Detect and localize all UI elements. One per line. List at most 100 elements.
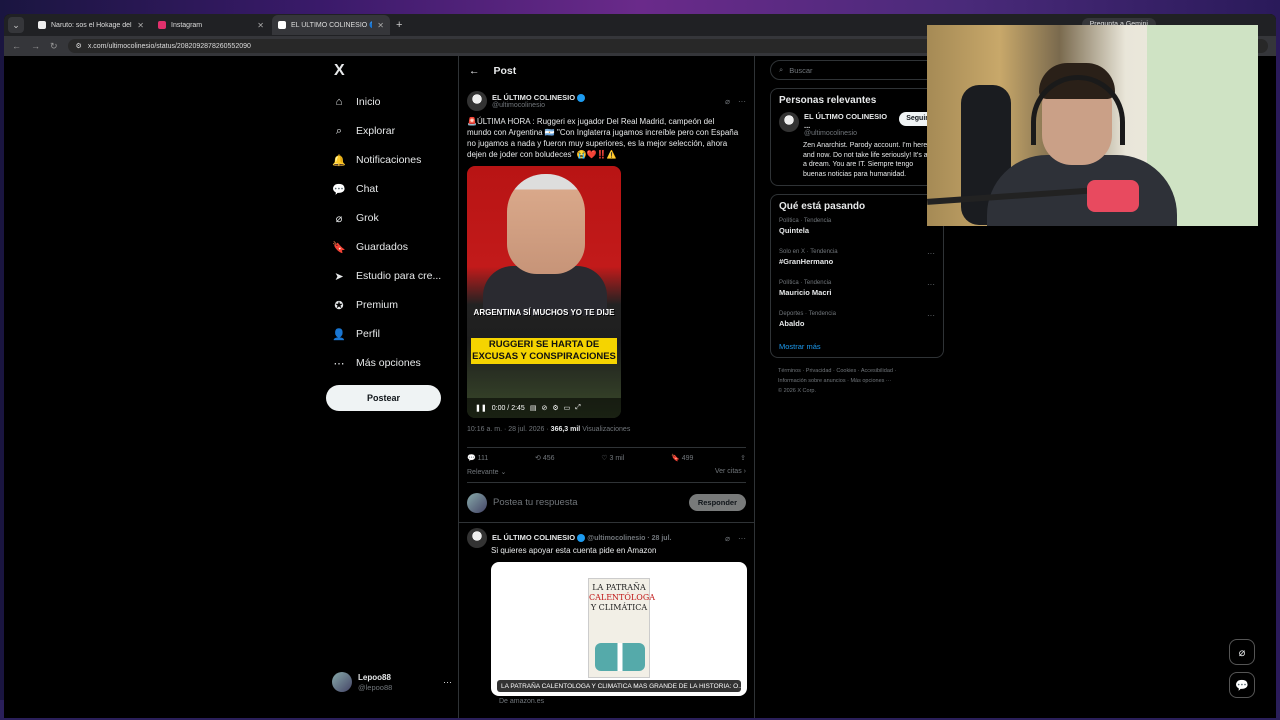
- author-avatar[interactable]: [467, 91, 487, 111]
- nav-item-3[interactable]: 💬 Chat: [332, 179, 378, 199]
- show-more-link[interactable]: Mostrar más: [779, 342, 935, 351]
- verified-badge-icon: [577, 534, 586, 543]
- author-name[interactable]: EL ÚLTIMO COLINESIO: [492, 93, 575, 102]
- nav-item-label: Explorar: [356, 125, 396, 137]
- more-icon[interactable]: ···: [927, 280, 935, 289]
- reload-icon[interactable]: ↻: [50, 41, 58, 52]
- search-icon: ⌕: [335, 124, 343, 137]
- reply-composer: Postea tu respuesta Responder: [459, 483, 754, 523]
- trend-category: Política · Tendencia: [779, 218, 832, 224]
- nav-item-0[interactable]: ⌂ Inicio: [332, 92, 381, 112]
- forward-icon[interactable]: →: [31, 41, 40, 51]
- sort-dropdown[interactable]: Relevante ⌄: [467, 468, 506, 476]
- author-avatar[interactable]: [467, 528, 487, 548]
- chevron-right-icon: ›: [743, 468, 746, 475]
- tab-x-post[interactable]: EL ÚLTIMO COLINESIO 🔵 en X ✕: [272, 15, 390, 35]
- tab-search-icon[interactable]: ⌄: [8, 17, 24, 33]
- reply-submit-button[interactable]: Responder: [688, 494, 746, 511]
- trend-name: Abaldo: [779, 319, 805, 328]
- reply-tweet[interactable]: EL ÚLTIMO COLINESIO @ultimocolinesio · 2…: [459, 523, 754, 705]
- amazon-link-card[interactable]: LA PATRAÑA CALENTÓLOGA Y CLIMÁTICA LA PA…: [491, 562, 747, 696]
- video-person-face: [507, 174, 585, 274]
- nav-item-2[interactable]: 🔔 Notificaciones: [332, 150, 421, 170]
- more-icon[interactable]: ···: [443, 677, 452, 687]
- trend-name: #GranHermano: [779, 257, 834, 266]
- search-input[interactable]: ⌕ Buscar: [770, 60, 944, 80]
- author-handle[interactable]: @ultimocolinesio · 28 jul.: [587, 535, 671, 542]
- settings-icon[interactable]: ⚙: [552, 404, 558, 412]
- grok-fab-icon[interactable]: ⌀: [1229, 639, 1255, 665]
- messages-fab-icon[interactable]: 💬: [1229, 672, 1255, 698]
- trend-item[interactable]: Política · TendenciaQuintela···: [779, 218, 935, 243]
- x-logo-icon[interactable]: X: [334, 62, 345, 80]
- bookmark-button[interactable]: 🔖 499: [671, 454, 693, 462]
- more-icon[interactable]: ···: [927, 311, 935, 320]
- like-button[interactable]: ♡ 3 mil: [601, 454, 624, 462]
- tab-naruto[interactable]: Naruto: sos el Hokage del stre... ✕: [32, 15, 150, 35]
- account-switcher[interactable]: Lepoo88 @lepoo88 ···: [332, 670, 452, 694]
- site-info-icon[interactable]: ⚙: [76, 42, 82, 50]
- trend-item[interactable]: Política · Tendencia Mauricio Macri ···: [779, 280, 935, 305]
- mute-icon[interactable]: ⊘: [541, 404, 547, 412]
- reply-input[interactable]: Postea tu respuesta: [493, 497, 683, 508]
- nav-item-8[interactable]: 👤 Perfil: [332, 324, 380, 344]
- footer-line[interactable]: Información sobre anuncios · Más opcione…: [778, 376, 944, 386]
- back-arrow-icon[interactable]: ←: [469, 65, 480, 77]
- relevant-bio: Zen Anarchist. Parody account. I'm here …: [803, 142, 931, 178]
- book-title-line: CALENTÓLOGA: [589, 593, 655, 602]
- nav-item-7[interactable]: ✪ Premium: [332, 295, 398, 315]
- nav-item-5[interactable]: 🔖 Guardados: [332, 237, 408, 257]
- trend-name: Quintela: [779, 226, 810, 235]
- relevant-handle[interactable]: @ultimocolinesio: [804, 130, 894, 137]
- more-icon[interactable]: ···: [738, 97, 746, 106]
- close-tab-icon[interactable]: ✕: [377, 21, 384, 30]
- quotes-link[interactable]: Ver citas ›: [715, 468, 746, 476]
- close-tab-icon[interactable]: ✕: [257, 21, 264, 30]
- author-handle[interactable]: @ultimocolinesio: [492, 102, 585, 109]
- share-icon[interactable]: ⇪: [740, 454, 746, 462]
- reply-icon: 💬: [467, 455, 478, 462]
- tweet-text: Si quieres apoyar esta cuenta pide en Am…: [491, 546, 657, 555]
- new-tab-icon[interactable]: +: [396, 19, 402, 31]
- close-tab-icon[interactable]: ✕: [137, 21, 144, 30]
- trend-item[interactable]: Deportes · Tendencia Abaldo ···: [779, 311, 935, 336]
- relevant-name[interactable]: EL ÚLTIMO COLINESIO ...: [804, 112, 894, 130]
- grok-icon[interactable]: ⌀: [725, 97, 730, 106]
- nav-item-9[interactable]: ⋯ Más opciones: [332, 353, 421, 373]
- trend-category: Deportes · Tendencia: [779, 311, 836, 317]
- account-handle: @lepoo88: [358, 682, 393, 692]
- reply-button[interactable]: 💬 111: [467, 454, 488, 462]
- footer-line[interactable]: Términos · Privacidad · Cookies · Accesi…: [778, 366, 944, 376]
- trend-item[interactable]: Solo en X · Tendencia #GranHermano ···: [779, 249, 935, 274]
- right-column: ⌕ Buscar Personas relevantes EL ÚLTIMO C…: [770, 56, 944, 396]
- pip-icon[interactable]: ▭: [564, 404, 571, 412]
- fullscreen-icon[interactable]: ⤢: [575, 404, 581, 412]
- nav-item-1[interactable]: ⌕ Explorar: [332, 121, 395, 141]
- author-avatar[interactable]: [779, 112, 799, 132]
- nav-item-label: Notificaciones: [356, 154, 422, 166]
- back-icon[interactable]: ←: [12, 41, 21, 51]
- tab-instagram[interactable]: Instagram ✕: [152, 15, 270, 35]
- rocket-icon: ➤: [334, 270, 344, 283]
- tweet-text: 🚨ÚLTIMA HORA : Ruggeri ex jugador Del Re…: [467, 117, 739, 159]
- quotes-label: Ver citas: [714, 468, 742, 475]
- video-player[interactable]: ARGENTINA SÍ MUCHOS YO TE DIJE RUGGERI S…: [467, 166, 621, 418]
- heart-icon: ♡: [601, 455, 610, 462]
- post-button[interactable]: Postear: [326, 385, 441, 411]
- tweet-actions: 💬 111 ⟲ 456 ♡ 3 mil 🔖 499 ⇪: [467, 447, 746, 468]
- book-title-line: Y CLIMÁTICA: [590, 603, 648, 612]
- captions-icon[interactable]: ▤: [530, 404, 537, 412]
- more-icon[interactable]: ···: [927, 249, 935, 258]
- premium-icon: ✪: [334, 299, 344, 312]
- grok-icon[interactable]: ⌀: [725, 534, 730, 543]
- more-icon[interactable]: ···: [738, 534, 746, 543]
- pause-icon[interactable]: ❚❚: [475, 404, 487, 412]
- author-name[interactable]: EL ÚLTIMO COLINESIO: [492, 533, 575, 542]
- repost-button[interactable]: ⟲ 456: [535, 454, 555, 462]
- footer-links: Términos · Privacidad · Cookies · Accesi…: [770, 366, 944, 396]
- card-source: De amazon.es: [499, 698, 545, 705]
- nav-item-6[interactable]: ➤ Estudio para cre...: [332, 266, 441, 286]
- tiktok-favicon-icon: [38, 21, 46, 29]
- tweet-timestamp[interactable]: 10:16 a. m. · 28 jul. 2026 ·: [467, 426, 551, 433]
- nav-item-4[interactable]: ⌀ Grok: [332, 208, 379, 228]
